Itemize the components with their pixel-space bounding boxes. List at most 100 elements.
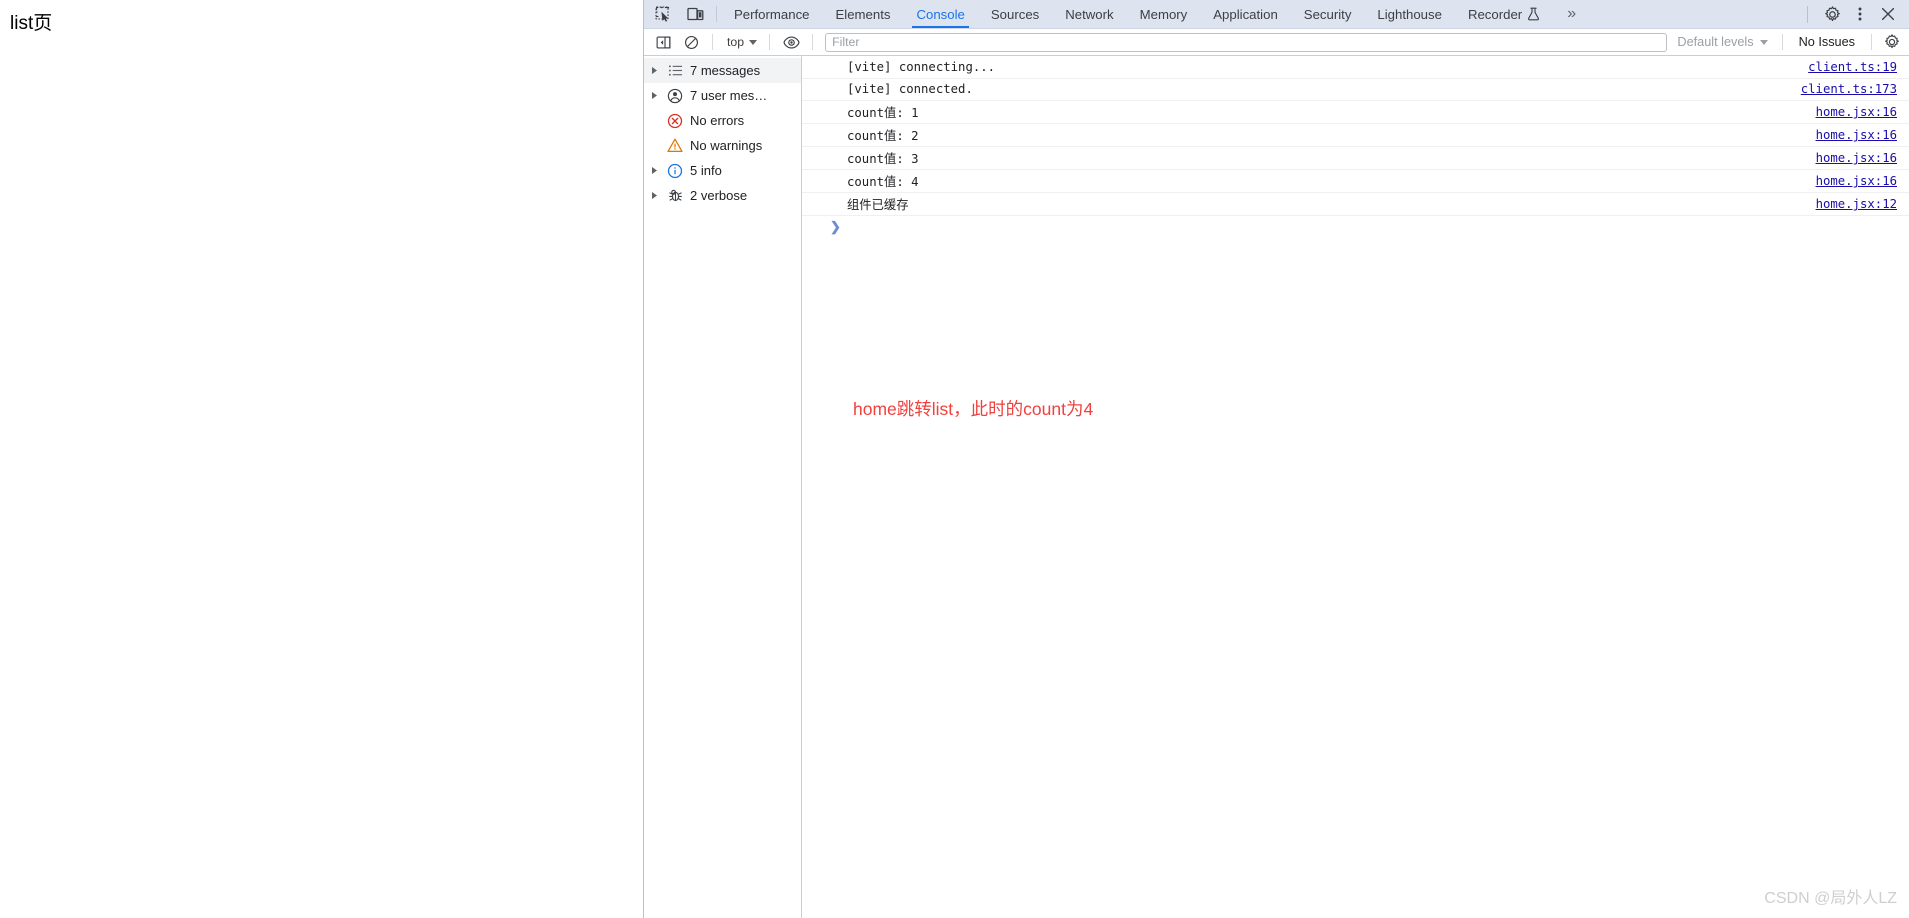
chevron-down-icon (1759, 39, 1768, 45)
tabstrip-divider (1807, 5, 1808, 23)
console-message-row[interactable]: count值: 4 home.jsx:16 (802, 170, 1909, 194)
clear-console-icon[interactable] (678, 31, 704, 53)
devtools-panel: Performance Elements Console Sources Net… (643, 0, 1909, 918)
console-sidebar: 7 messages 7 user mes… No errors No warn… (644, 56, 802, 918)
tab-network-label: Network (1065, 6, 1114, 22)
inspect-element-icon[interactable] (650, 2, 676, 26)
console-message-text: 组件已缓存 (847, 198, 909, 213)
tab-sources[interactable]: Sources (978, 0, 1052, 28)
console-message-source-link[interactable]: home.jsx:16 (1816, 128, 1897, 142)
tab-security[interactable]: Security (1291, 0, 1365, 28)
bug-icon (666, 187, 684, 205)
live-expression-eye-icon[interactable] (778, 31, 804, 53)
prompt-caret-icon: ❯ (830, 218, 841, 234)
devtools-toolbar-icons (644, 0, 712, 28)
tab-sources-label: Sources (990, 6, 1040, 22)
console-settings-gear-icon[interactable] (1880, 31, 1904, 53)
settings-gear-icon[interactable] (1819, 2, 1845, 26)
page-title: list页 (10, 13, 53, 34)
console-message-row[interactable]: count值: 2 home.jsx:16 (802, 124, 1909, 148)
console-toolbar: top Default levels No Issues (644, 29, 1909, 56)
sidebar-item-warnings-label: No warnings (690, 138, 763, 153)
console-message-source-link[interactable]: home.jsx:12 (1816, 197, 1897, 211)
error-icon (666, 112, 684, 130)
console-message-row[interactable]: [vite] connected. client.ts:173 (802, 79, 1909, 102)
toolbar-divider-4 (1781, 34, 1783, 50)
tab-performance[interactable]: Performance (721, 0, 823, 28)
info-icon (666, 162, 684, 180)
tab-elements[interactable]: Elements (823, 0, 904, 28)
devtools-tabs: Performance Elements Console Sources Net… (721, 0, 1803, 28)
tab-elements-label: Elements (835, 6, 891, 22)
console-filter-input[interactable] (825, 32, 1668, 52)
console-message-row[interactable]: 组件已缓存 home.jsx:12 (802, 193, 1909, 217)
tab-performance-label: Performance (734, 6, 810, 22)
more-tabs-button[interactable]: » (1553, 0, 1589, 28)
user-icon (666, 87, 684, 105)
more-options-icon[interactable] (1847, 2, 1873, 26)
console-message-source-link[interactable]: home.jsx:16 (1816, 151, 1897, 165)
tab-memory[interactable]: Memory (1127, 0, 1201, 28)
toolbar-divider (716, 6, 717, 22)
console-message-source-link[interactable]: home.jsx:16 (1816, 174, 1897, 188)
sidebar-item-errors-label: No errors (690, 113, 745, 128)
console-message-row[interactable]: count值: 1 home.jsx:16 (802, 101, 1909, 125)
log-levels-label: Default levels (1677, 35, 1754, 49)
chevron-down-icon (749, 39, 758, 45)
console-message-source-link[interactable]: client.ts:173 (1801, 82, 1897, 96)
sidebar-item-info[interactable]: 5 info (644, 158, 801, 183)
expand-arrow-icon[interactable] (648, 91, 660, 100)
console-sidebar-toggle-icon[interactable] (650, 31, 676, 53)
js-context-selector[interactable]: top (721, 33, 761, 51)
toolbar-divider-3 (812, 34, 814, 50)
console-message-row[interactable]: [vite] connecting... client.ts:19 (802, 56, 1909, 79)
console-message-source-link[interactable]: home.jsx:16 (1816, 105, 1897, 119)
log-levels-selector[interactable]: Default levels (1671, 33, 1773, 51)
tab-lighthouse-label: Lighthouse (1377, 6, 1442, 22)
js-context-value: top (727, 35, 745, 49)
list-icon (666, 62, 684, 80)
console-message-source-link[interactable]: client.ts:19 (1808, 60, 1897, 74)
sidebar-item-verbose-label: 2 verbose (690, 188, 748, 203)
toolbar-divider-5 (1871, 34, 1872, 50)
sidebar-item-verbose[interactable]: 2 verbose (644, 183, 801, 208)
tab-network[interactable]: Network (1052, 0, 1126, 28)
console-message-text: count值: 1 (847, 106, 919, 121)
tab-security-label: Security (1303, 6, 1352, 22)
sidebar-item-user-messages[interactable]: 7 user mes… (644, 83, 801, 108)
sidebar-item-errors[interactable]: No errors (644, 108, 801, 133)
console-message-row[interactable]: count值: 3 home.jsx:16 (802, 147, 1909, 171)
console-message-text: [vite] connecting... (847, 59, 996, 74)
device-toolbar-icon[interactable] (682, 2, 708, 26)
tab-console[interactable]: Console (903, 0, 977, 28)
issues-counter[interactable]: No Issues (1791, 33, 1863, 51)
tab-recorder-label: Recorder (1467, 6, 1523, 22)
app-page: list页 (0, 0, 643, 918)
console-message-list: [vite] connecting... client.ts:19 [vite]… (802, 56, 1909, 918)
console-prompt[interactable]: ❯ (802, 216, 1909, 237)
console-message-text: [vite] connected. (847, 82, 973, 97)
expand-arrow-icon[interactable] (648, 166, 660, 175)
console-message-text: count值: 2 (847, 129, 919, 144)
sidebar-item-messages[interactable]: 7 messages (644, 58, 801, 83)
annotation-text: home跳转list，此时的count为4 (853, 399, 1094, 419)
tab-memory-label: Memory (1139, 6, 1188, 22)
sidebar-item-warnings[interactable]: No warnings (644, 133, 801, 158)
sidebar-item-info-label: 5 info (690, 163, 722, 178)
console-message-text: count值: 4 (847, 175, 919, 190)
close-icon[interactable] (1875, 2, 1901, 26)
expand-arrow-icon[interactable] (648, 66, 660, 75)
screenshot-root: list页 Performance Elements Console Sourc… (0, 0, 1909, 918)
tab-recorder[interactable]: Recorder (1455, 0, 1553, 28)
warning-icon (666, 137, 684, 155)
sidebar-item-messages-label: 7 messages (690, 63, 761, 78)
sidebar-item-user-messages-label: 7 user mes… (690, 88, 768, 103)
tab-application[interactable]: Application (1200, 0, 1291, 28)
toolbar-divider-1 (712, 34, 713, 50)
tab-console-label: Console (916, 6, 965, 22)
devtools-tabstrip: Performance Elements Console Sources Net… (644, 0, 1909, 29)
console-message-text: count值: 3 (847, 152, 919, 167)
expand-arrow-icon[interactable] (648, 191, 660, 200)
watermark: CSDN @局外人LZ (1764, 890, 1897, 907)
tab-lighthouse[interactable]: Lighthouse (1364, 0, 1455, 28)
